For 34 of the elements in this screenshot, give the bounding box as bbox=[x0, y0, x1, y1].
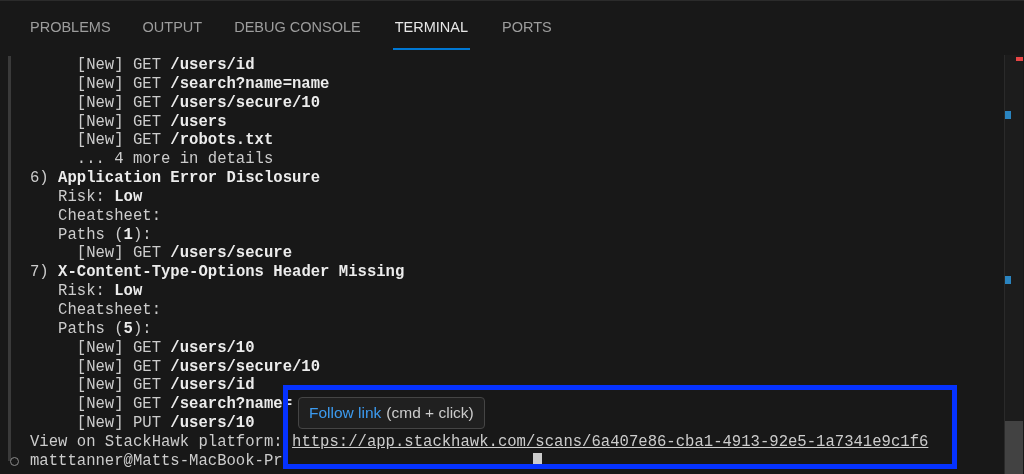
panel-tab[interactable]: DEBUG CONSOLE bbox=[234, 13, 361, 50]
terminal-line: Cheatsheet: bbox=[58, 300, 161, 319]
match-marker bbox=[1005, 276, 1011, 284]
panel-tab[interactable]: PORTS bbox=[502, 13, 552, 50]
terminal-line: View on StackHawk platform: bbox=[30, 432, 283, 451]
terminal-line: [New] GET /users/secure/10 bbox=[76, 357, 321, 376]
terminal-line: Risk: Low bbox=[58, 282, 143, 301]
terminal-line: Risk: Low bbox=[58, 187, 143, 206]
terminal-line: [New] GET /users/id bbox=[76, 56, 255, 74]
terminal-line: Cheatsheet: bbox=[58, 206, 161, 225]
terminal-line: [New] PUT /users/10 bbox=[76, 414, 255, 433]
error-marker bbox=[1016, 57, 1023, 61]
follow-link[interactable]: Follow link bbox=[309, 401, 382, 425]
terminal-line: [New] GET /users/10 bbox=[76, 338, 255, 357]
panel-tab[interactable]: PROBLEMS bbox=[30, 13, 111, 50]
scan-link[interactable]: https://app.stackhawk.com/scans/6a407e86-cba1-4913-92e5-1a7341e9c1f6 bbox=[292, 432, 929, 451]
terminal-line: [New] GET /users bbox=[76, 112, 227, 131]
match-marker bbox=[1005, 111, 1011, 119]
terminal-line: [New] GET /users/secure/10 bbox=[76, 93, 321, 112]
terminal-line: Paths (1): bbox=[58, 225, 152, 244]
terminal-line: ... 4 more in details bbox=[76, 150, 274, 169]
scrollbar-thumb[interactable] bbox=[1005, 421, 1023, 474]
scrollbar-track[interactable] bbox=[1004, 55, 1023, 474]
terminal-line: [New] GET /robots.txt bbox=[76, 131, 274, 150]
terminal-line: [New] GET /search?name=name bbox=[76, 74, 330, 93]
tooltip-hint: (cmd + click) bbox=[386, 403, 474, 424]
panel-tab[interactable]: OUTPUT bbox=[142, 13, 203, 50]
terminal-line: 6) Application Error Disclosure bbox=[30, 169, 321, 188]
terminal-prompt: matttanner@Matts-MacBook-Pr bbox=[30, 451, 283, 470]
terminal-line: Paths (5): bbox=[58, 319, 152, 338]
terminal-line: [New] GET /users/secure bbox=[76, 244, 292, 263]
panel-tab[interactable]: TERMINAL bbox=[392, 13, 471, 50]
terminal-line: 7) X-Content-Type-Options Header Missing bbox=[30, 263, 405, 282]
terminal-line: [New] GET /users/id bbox=[76, 376, 255, 395]
